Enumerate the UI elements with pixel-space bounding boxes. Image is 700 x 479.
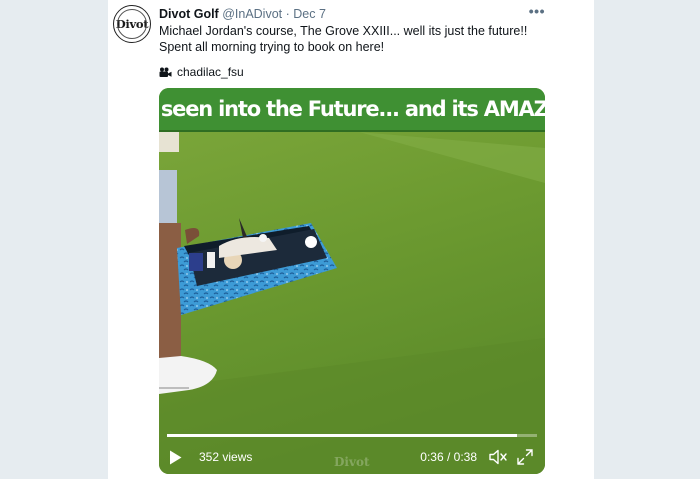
separator: · bbox=[285, 7, 290, 21]
video-banner-text: I've seen into the Future... and its AMA… bbox=[159, 88, 545, 132]
video-frame: Divot bbox=[159, 88, 545, 474]
more-options-icon[interactable]: ••• bbox=[529, 3, 545, 19]
video-credit[interactable]: chadilac_fsu bbox=[159, 65, 244, 79]
progress-fill bbox=[167, 434, 518, 437]
video-camera-icon bbox=[159, 67, 172, 77]
tweet-header: Divot Golf @InADivot · Dec 7 bbox=[159, 6, 326, 22]
view-count: 352 views bbox=[199, 450, 253, 464]
progress-bar[interactable] bbox=[167, 434, 537, 437]
avatar[interactable]: Divot bbox=[113, 5, 151, 43]
play-icon[interactable] bbox=[169, 448, 185, 466]
author-name[interactable]: Divot Golf bbox=[159, 7, 219, 21]
video-controls: 352 views 0:36 / 0:38 bbox=[159, 440, 545, 474]
volume-muted-icon[interactable] bbox=[489, 448, 507, 466]
video-time: 0:36 / 0:38 bbox=[420, 450, 477, 464]
tweet-card[interactable]: Divot Divot Golf @InADivot · Dec 7 ••• M… bbox=[108, 0, 594, 479]
video-player[interactable]: Divot I've seen into the Future... and i… bbox=[159, 88, 545, 474]
tweet-date[interactable]: Dec 7 bbox=[293, 7, 326, 21]
fullscreen-icon[interactable] bbox=[517, 448, 535, 466]
credit-username: chadilac_fsu bbox=[177, 65, 244, 79]
author-handle[interactable]: @InADivot bbox=[222, 7, 282, 21]
tweet-text: Michael Jordan's course, The Grove XXIII… bbox=[159, 24, 528, 54]
